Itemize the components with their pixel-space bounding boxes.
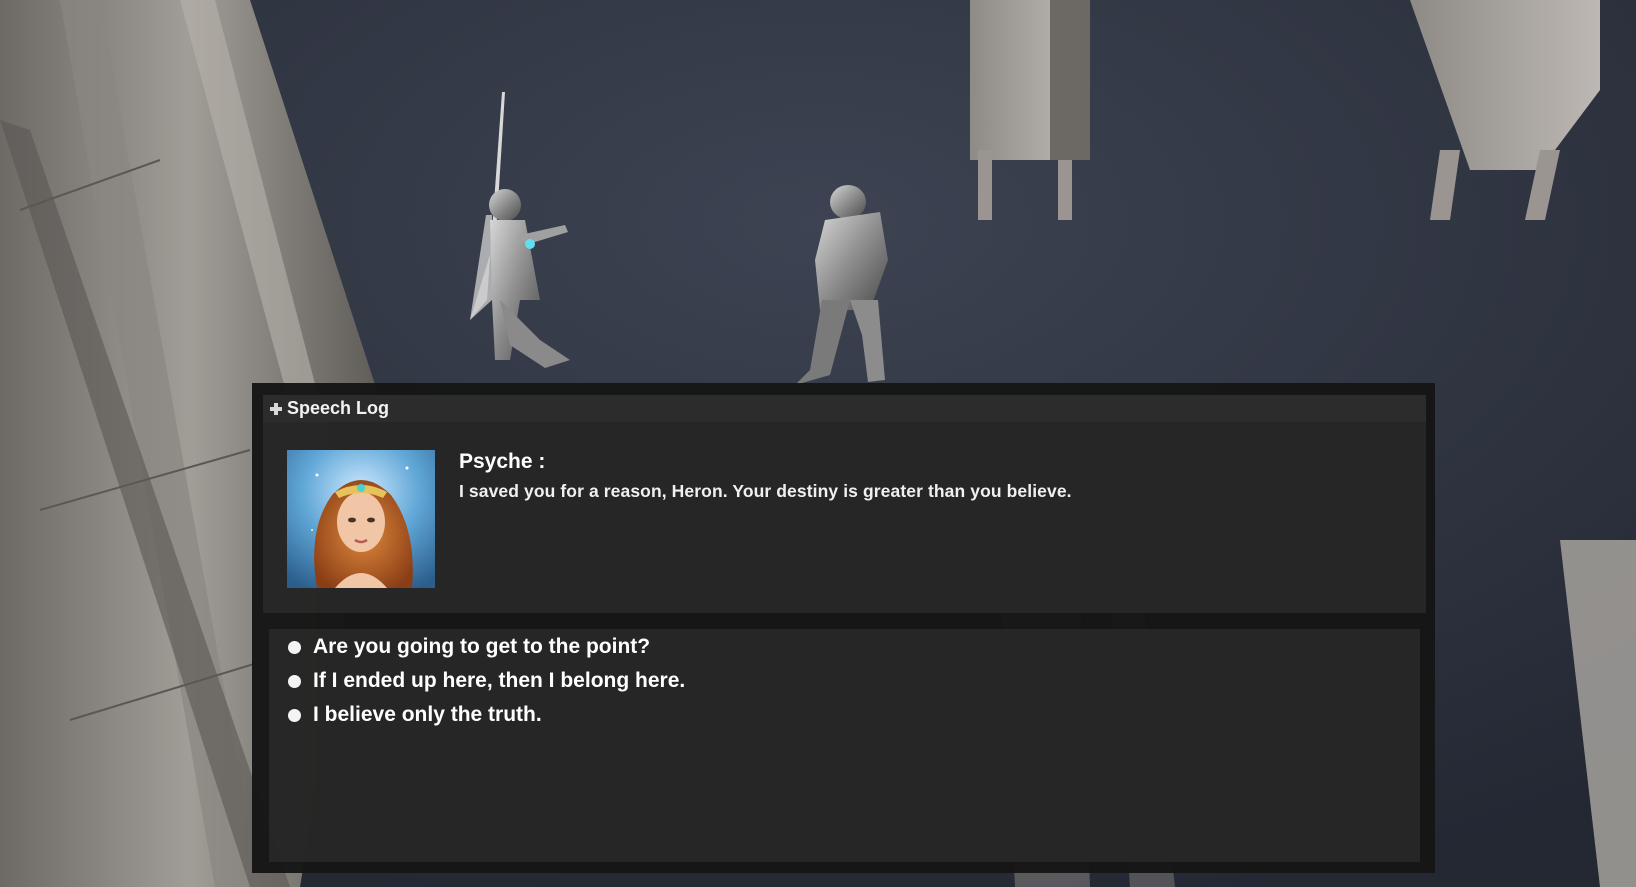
dialogue-choice[interactable]: If I ended up here, then I belong here. bbox=[288, 666, 685, 696]
choice-label: If I ended up here, then I belong here. bbox=[313, 669, 686, 692]
choice-label: Are you going to get to the point? bbox=[313, 635, 651, 658]
bullet-icon bbox=[288, 674, 301, 688]
speech-area: Psyche : I saved you for a reason, Heron… bbox=[263, 422, 1426, 613]
speaker-name: Psyche : bbox=[459, 450, 546, 473]
plus-icon[interactable] bbox=[269, 402, 283, 416]
speaker-portrait bbox=[287, 450, 435, 588]
dialogue-panel: Speech Log Psyche : I saved you for a re… bbox=[252, 383, 1435, 873]
dialogue-choice[interactable]: Are you going to get to the point? bbox=[288, 632, 650, 662]
bullet-icon bbox=[288, 708, 301, 722]
speech-log-header[interactable]: Speech Log bbox=[263, 395, 1426, 422]
bullet-icon bbox=[288, 640, 301, 654]
speech-log-title: Speech Log bbox=[287, 398, 390, 418]
dialogue-text: I saved you for a reason, Heron. Your de… bbox=[459, 481, 1072, 501]
dialogue-choice[interactable]: I believe only the truth. bbox=[288, 700, 542, 730]
choice-label: I believe only the truth. bbox=[313, 703, 542, 726]
dialogue-choices: Are you going to get to the point? If I … bbox=[269, 629, 1420, 862]
